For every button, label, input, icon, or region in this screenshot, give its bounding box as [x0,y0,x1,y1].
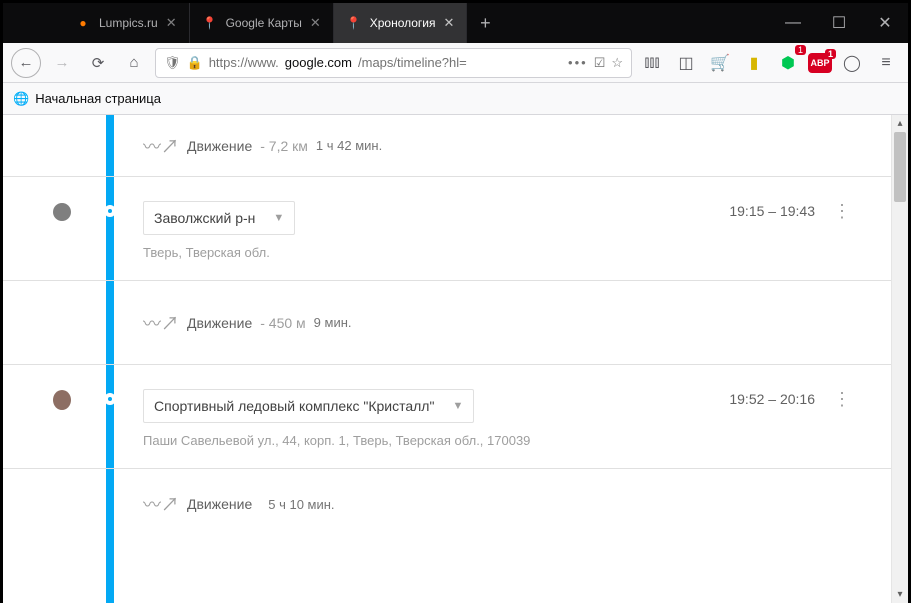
timeline-segment-moving: 〰↗ Движение 5 ч 10 мин. [3,469,891,539]
place-address: Паши Савельевой ул., 44, корп. 1, Тверь,… [143,433,530,448]
home-button[interactable]: ⌂ [119,48,149,78]
scroll-down-icon[interactable]: ▾ [892,586,908,603]
place-selector[interactable]: Спортивный ледовый комплекс "Кристалл" ▼ [143,389,474,423]
page-content: 〰↗ Движение - 7,2 км 1 ч 42 мин. Заволжс… [3,115,908,603]
tab-3[interactable]: 📍 Хронология ✕ [334,3,468,43]
timeline-segment-place: Спортивный ледовый комплекс "Кристалл" ▼… [3,365,891,469]
trending-icon: 〰↗ [143,310,179,336]
place-name: Спортивный ледовый комплекс "Кристалл" [154,398,434,414]
timeline-list: 〰↗ Движение - 7,2 км 1 ч 42 мин. Заволжс… [3,115,891,603]
timeline-dot-icon [104,205,116,217]
tab-1-label: Lumpics.ru [99,16,158,30]
favicon-lumpics: ● [75,15,91,31]
bookmark-home[interactable]: Начальная страница [35,91,161,106]
trending-icon: 〰↗ [143,491,179,517]
window-controls: — ☐ ✕ [770,3,908,43]
moving-label: Движение [187,315,252,331]
timeline-segment-moving: 〰↗ Движение - 7,2 км 1 ч 42 мин. [3,115,891,177]
moving-duration: 9 мин. [314,315,352,330]
page-action-dots-icon[interactable]: ••• [568,55,588,70]
close-window-button[interactable]: ✕ [862,3,908,43]
abp-icon[interactable]: ABP1 [808,53,832,73]
moving-label: Движение [187,496,252,512]
moving-label: Движение [187,138,252,154]
place-time-range: 19:15 – 19:43 [729,203,815,219]
lock-icon: 🔒 [187,55,203,71]
navbar: ← → ⟳ ⌂ 🛡 🔒 https://www. google.com/maps/… [3,43,908,83]
maximize-button[interactable]: ☐ [816,3,862,43]
url-bar[interactable]: 🛡 🔒 https://www. google.com/maps/timeline… [155,48,632,78]
ext-badge: 1 [795,45,806,55]
moving-duration: 1 ч 42 мин. [316,138,382,153]
more-options-icon[interactable]: ⋮ [833,207,851,216]
close-icon[interactable]: ✕ [310,15,321,31]
caret-down-icon: ▼ [273,212,284,224]
account-icon[interactable]: ◯ [838,49,866,77]
trending-icon: 〰↗ [143,133,179,159]
scroll-thumb[interactable] [894,132,906,202]
shield-ext-icon[interactable]: ⬢1 [774,49,802,77]
bookmarks-bar: 🌐 Начальная страница [3,83,908,115]
close-icon[interactable]: ✕ [444,15,455,31]
library-icon[interactable]: ⫾⫾⫾ [638,49,666,77]
moving-duration: 5 ч 10 мин. [268,497,334,512]
vertical-scrollbar[interactable]: ▴ ▾ [891,115,908,603]
place-address: Тверь, Тверская обл. [143,245,295,260]
more-options-icon[interactable]: ⋮ [833,395,851,404]
sidebar-icon[interactable]: ◫ [672,49,700,77]
place-marker-icon [53,391,71,409]
reload-button[interactable]: ⟳ [83,48,113,78]
shield-icon: 🛡 [164,55,181,71]
timeline-segment-moving: 〰↗ Движение - 450 м 9 мин. [3,281,891,365]
tab-2-label: Google Карты [226,16,302,30]
caret-down-icon: ▼ [452,400,463,412]
titlebar: ● Lumpics.ru ✕ 📍 Google Карты ✕ 📍 Хронол… [3,3,908,43]
app-menu-icon[interactable]: ≡ [872,49,900,77]
globe-icon: 🌐 [13,91,29,107]
cart-icon[interactable]: 🛒 [706,49,734,77]
moving-distance: - 450 м [260,315,305,331]
close-icon[interactable]: ✕ [166,15,177,31]
new-tab-button[interactable]: + [467,3,503,43]
url-prefix: https://www. [209,55,279,70]
url-path: /maps/timeline?hl= [358,55,467,70]
tab-strip-spacer [3,3,63,43]
back-button[interactable]: ← [11,48,41,78]
moving-distance: - 7,2 км [260,138,308,154]
place-marker-icon [53,203,71,221]
bookmark-star-icon[interactable]: ☆ [611,55,623,71]
place-name: Заволжский р-н [154,210,255,226]
timeline-segment-place: Заволжский р-н ▼ Тверь, Тверская обл. 19… [3,177,891,281]
minimize-button[interactable]: — [770,3,816,43]
forward-button[interactable]: → [47,48,77,78]
url-domain: google.com [285,55,352,70]
favicon-timeline: 📍 [346,15,362,31]
timeline-dot-icon [104,393,116,405]
ext-badge: 1 [825,49,836,59]
place-selector[interactable]: Заволжский р-н ▼ [143,201,295,235]
favicon-gmaps: 📍 [202,15,218,31]
scroll-up-icon[interactable]: ▴ [892,115,908,132]
tab-2[interactable]: 📍 Google Карты ✕ [190,3,334,43]
reader-icon[interactable]: ☑ [594,55,606,71]
place-time-range: 19:52 – 20:16 [729,391,815,407]
tab-1[interactable]: ● Lumpics.ru ✕ [63,3,190,43]
flag-icon[interactable]: ▮ [740,49,768,77]
tab-3-label: Хронология [370,16,436,30]
